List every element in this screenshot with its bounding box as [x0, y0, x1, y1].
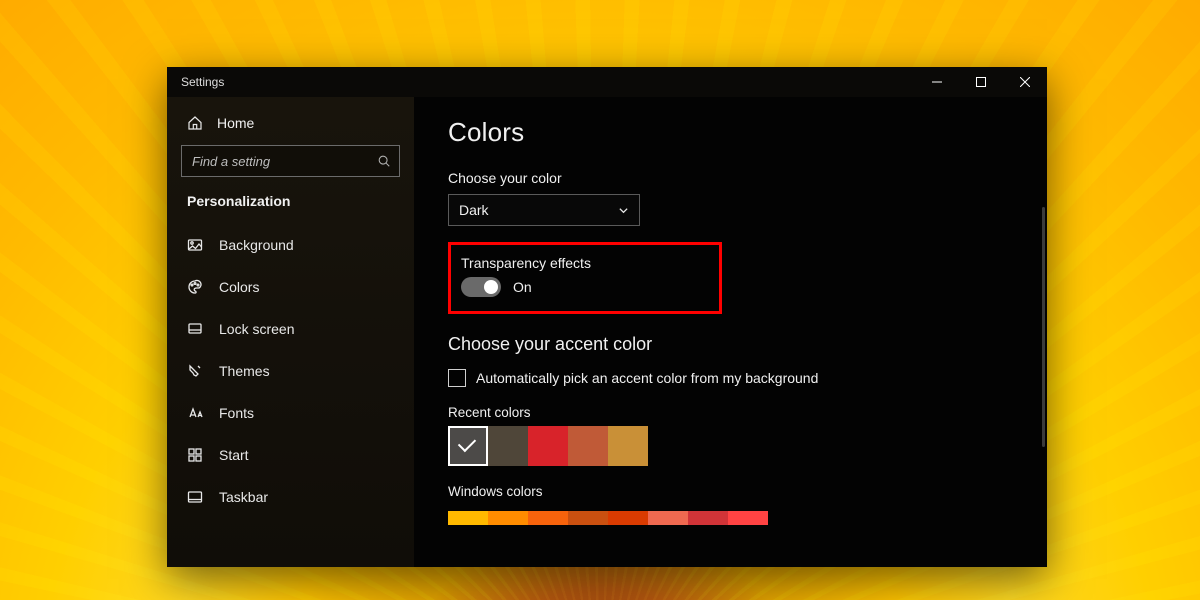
- window-title: Settings: [181, 75, 224, 89]
- accent-heading: Choose your accent color: [448, 334, 1001, 355]
- checkbox-icon: [448, 369, 466, 387]
- color-swatch[interactable]: [688, 511, 728, 525]
- highlight-callout: Transparency effects On: [448, 242, 722, 314]
- sidebar-item-lockscreen[interactable]: Lock screen: [181, 309, 400, 349]
- scrollbar[interactable]: [1042, 207, 1045, 447]
- sidebar: Home Personalization Background: [167, 97, 414, 567]
- color-swatch[interactable]: [528, 426, 568, 466]
- sidebar-item-themes[interactable]: Themes: [181, 351, 400, 391]
- chevron-down-icon: [618, 205, 629, 216]
- color-swatch[interactable]: [568, 511, 608, 525]
- sidebar-item-label: Fonts: [219, 405, 254, 421]
- sidebar-item-fonts[interactable]: Fonts: [181, 393, 400, 433]
- search-input[interactable]: [181, 145, 400, 177]
- taskbar-icon: [187, 489, 203, 505]
- recent-colors-label: Recent colors: [448, 405, 1001, 420]
- sidebar-item-label: Colors: [219, 279, 259, 295]
- window-controls: [915, 67, 1047, 97]
- fonts-icon: [187, 405, 203, 421]
- sidebar-item-label: Lock screen: [219, 321, 294, 337]
- sidebar-item-label: Start: [219, 447, 249, 463]
- auto-accent-checkbox[interactable]: Automatically pick an accent color from …: [448, 369, 1001, 387]
- color-swatch[interactable]: [528, 511, 568, 525]
- sidebar-item-label: Background: [219, 237, 294, 253]
- color-swatch[interactable]: [488, 426, 528, 466]
- color-swatch[interactable]: [448, 426, 488, 466]
- dropdown-value: Dark: [459, 202, 489, 218]
- toggle-state: On: [513, 279, 532, 295]
- choose-color-dropdown[interactable]: Dark: [448, 194, 640, 226]
- sidebar-item-label: Themes: [219, 363, 270, 379]
- choose-color-label: Choose your color: [448, 170, 1001, 186]
- picture-icon: [187, 237, 203, 253]
- desktop-wallpaper: Settings Home: [0, 0, 1200, 600]
- color-swatch[interactable]: [488, 511, 528, 525]
- maximize-button[interactable]: [959, 67, 1003, 97]
- close-button[interactable]: [1003, 67, 1047, 97]
- search-field[interactable]: [192, 154, 377, 169]
- settings-window: Settings Home: [167, 67, 1047, 567]
- home-icon: [187, 115, 203, 131]
- sidebar-nav: Background Colors Lock screen Themes: [181, 225, 400, 517]
- home-button[interactable]: Home: [181, 107, 400, 145]
- page-title: Colors: [448, 117, 1001, 148]
- search-icon: [377, 154, 391, 168]
- sidebar-item-taskbar[interactable]: Taskbar: [181, 477, 400, 517]
- transparency-label: Transparency effects: [461, 255, 705, 271]
- color-swatch[interactable]: [608, 426, 648, 466]
- toggle-knob: [484, 280, 498, 294]
- color-swatch[interactable]: [568, 426, 608, 466]
- palette-icon: [187, 279, 203, 295]
- sidebar-item-start[interactable]: Start: [181, 435, 400, 475]
- content-pane: Colors Choose your color Dark Transparen…: [414, 97, 1047, 567]
- color-swatch[interactable]: [728, 511, 768, 525]
- color-swatch[interactable]: [608, 511, 648, 525]
- color-swatch[interactable]: [648, 511, 688, 525]
- minimize-button[interactable]: [915, 67, 959, 97]
- color-swatch[interactable]: [448, 511, 488, 525]
- start-icon: [187, 447, 203, 463]
- windows-colors: [448, 511, 1001, 525]
- auto-accent-label: Automatically pick an accent color from …: [476, 370, 818, 386]
- sidebar-item-background[interactable]: Background: [181, 225, 400, 265]
- sidebar-item-colors[interactable]: Colors: [181, 267, 400, 307]
- windows-colors-label: Windows colors: [448, 484, 1001, 499]
- lockscreen-icon: [187, 321, 203, 337]
- themes-icon: [187, 363, 203, 379]
- sidebar-heading: Personalization: [181, 177, 400, 219]
- home-label: Home: [217, 115, 254, 131]
- titlebar: Settings: [167, 67, 1047, 97]
- sidebar-item-label: Taskbar: [219, 489, 268, 505]
- transparency-toggle[interactable]: [461, 277, 501, 297]
- recent-colors: [448, 426, 1001, 466]
